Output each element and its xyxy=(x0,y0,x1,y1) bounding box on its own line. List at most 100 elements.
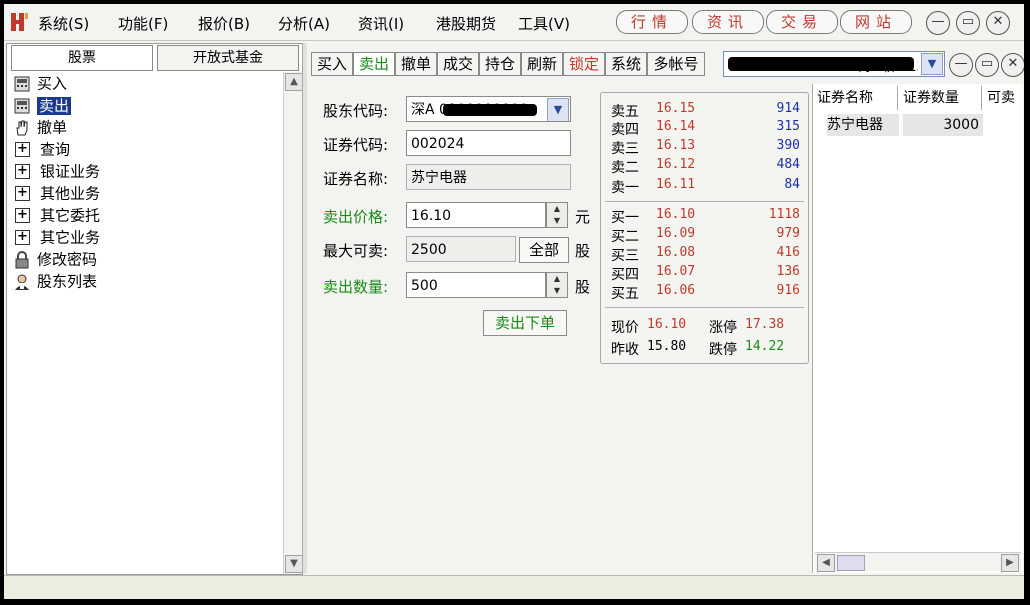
status-bar xyxy=(4,575,1024,599)
limit-up-label: 涨停 xyxy=(709,320,737,336)
holdings-horizontal-scrollbar[interactable]: ◀ ▶ xyxy=(815,552,1021,572)
tree-item-shareholder-list[interactable]: 股东列表 xyxy=(13,270,97,292)
tree-item-label: 其它委托 xyxy=(40,206,101,225)
book-divider xyxy=(605,307,804,308)
quantity-stepper[interactable]: ▲ ▼ xyxy=(546,272,568,298)
sell-price-input[interactable]: 16.10 xyxy=(406,202,546,228)
tree-item-buy[interactable]: 买入 xyxy=(13,72,67,94)
toolbar-lock-button[interactable]: 锁定 xyxy=(563,52,605,76)
scroll-right-icon[interactable]: ▶ xyxy=(1001,554,1019,572)
plus-icon[interactable]: + xyxy=(15,230,30,245)
book-divider xyxy=(605,201,804,202)
bid-row: 买四 16.07 136 xyxy=(611,264,800,283)
ask-row: 卖四 16.14 315 xyxy=(611,119,800,138)
toolbar-deals-button[interactable]: 成交 xyxy=(437,52,479,76)
toolbar-buy-button[interactable]: 买入 xyxy=(311,52,353,76)
column-header[interactable]: 证券数量 xyxy=(903,86,982,110)
sell-quantity-input[interactable]: 500 xyxy=(406,272,546,298)
left-vertical-scrollbar[interactable]: ▲ ▼ xyxy=(283,72,303,574)
tree-item-cancel[interactable]: 撤单 xyxy=(13,116,67,138)
shareholder-select[interactable]: 深A 0100000000 ▼ xyxy=(406,96,571,122)
tree-item-query[interactable]: + 查询 xyxy=(13,138,70,160)
menu-hk-futures[interactable]: 港股期货 xyxy=(436,13,496,34)
holding-name-cell[interactable]: 苏宁电器 xyxy=(827,114,899,136)
tree-item-label: 买入 xyxy=(37,74,68,93)
bid-row: 买二 16.09 979 xyxy=(611,226,800,245)
menu-bar: 系统(S) 功能(F) 报价(B) 分析(A) 资讯(I) 港股期货 工具(V)… xyxy=(4,4,1024,41)
panel-close-icon[interactable]: ✕ xyxy=(1001,53,1024,77)
website-button[interactable]: 网站 xyxy=(840,10,912,34)
panel-restore-icon[interactable]: ▭ xyxy=(975,53,999,77)
column-header[interactable]: 证券名称 xyxy=(817,86,898,110)
scroll-thumb[interactable] xyxy=(837,555,865,571)
panel-splitter[interactable] xyxy=(302,43,307,573)
toolbar-system-button[interactable]: 系统 xyxy=(605,52,647,76)
trading-window: 系统(S) 功能(F) 报价(B) 分析(A) 资讯(I) 港股期货 工具(V)… xyxy=(4,4,1024,599)
panel-minimize-icon[interactable]: — xyxy=(949,53,973,77)
toolbar-sell-button[interactable]: 卖出 xyxy=(353,52,395,76)
security-code-input[interactable]: 002024 xyxy=(406,130,571,156)
menu-analysis[interactable]: 分析(A) xyxy=(278,13,330,34)
toolbar-cancel-button[interactable]: 撤单 xyxy=(395,52,437,76)
prev-close-value: 15.80 xyxy=(647,339,687,354)
tree-item-label: 银证业务 xyxy=(40,162,101,181)
user-icon xyxy=(15,274,29,290)
toolbar-multi-account-button[interactable]: 多帐号 xyxy=(647,52,705,76)
info-button[interactable]: 资讯 xyxy=(692,10,764,34)
stepper-up-icon[interactable]: ▲ xyxy=(547,273,567,285)
menu-tools[interactable]: 工具(V) xyxy=(518,13,570,34)
sell-calculator-icon xyxy=(14,98,30,113)
market-button[interactable]: 行情 xyxy=(616,10,688,34)
ask-row: 卖一 16.11 84 xyxy=(611,177,800,196)
menu-function[interactable]: 功能(F) xyxy=(118,13,168,34)
menu-system[interactable]: 系统(S) xyxy=(38,13,89,34)
scroll-left-icon[interactable]: ◀ xyxy=(817,554,835,572)
stepper-down-icon[interactable]: ▼ xyxy=(547,285,567,297)
tree-item-label: 其他业务 xyxy=(40,184,101,203)
current-price-label: 现价 xyxy=(611,320,639,336)
redacted-shareholder xyxy=(443,104,537,116)
scroll-up-icon[interactable]: ▲ xyxy=(285,73,303,91)
tree-item-sell[interactable]: 卖出 xyxy=(13,94,72,116)
plus-icon[interactable]: + xyxy=(15,186,30,201)
sell-all-button[interactable]: 全部 xyxy=(519,237,569,263)
close-icon[interactable]: ✕ xyxy=(986,11,1010,35)
restore-icon[interactable]: ▭ xyxy=(956,11,980,35)
menu-quote[interactable]: 报价(B) xyxy=(198,13,250,34)
submit-sell-button[interactable]: 卖出下单 xyxy=(483,310,567,336)
sell-form: 股东代码: 深A 0100000000 ▼ 证券代码: 002024 证券名称:… xyxy=(311,92,601,352)
minimize-icon[interactable]: — xyxy=(926,11,950,35)
tree-item-bank-securities[interactable]: + 银证业务 xyxy=(13,160,100,182)
order-book: 卖五 16.15 914 卖四 16.14 315 卖三 16.13 390 卖二 16.12… xyxy=(600,92,809,364)
bid-row: 买五 16.06 916 xyxy=(611,283,800,302)
plus-icon[interactable]: + xyxy=(15,142,30,157)
ask-row: 卖五 16.15 914 xyxy=(611,101,800,120)
holding-qty-cell[interactable]: 3000 xyxy=(903,114,983,136)
trade-button[interactable]: 交易 xyxy=(766,10,838,34)
tree-item-other-orders[interactable]: + 其它委托 xyxy=(13,204,100,226)
code-label: 证券代码: xyxy=(323,136,389,154)
chevron-down-icon[interactable]: ▼ xyxy=(921,53,943,75)
column-header[interactable]: 可卖 xyxy=(987,86,1021,110)
max-sellable-label: 最大可卖: xyxy=(323,242,389,260)
toolbar-positions-button[interactable]: 持仓 xyxy=(479,52,521,76)
plus-icon[interactable]: + xyxy=(15,208,30,223)
tab-open-fund[interactable]: 开放式基金 xyxy=(157,45,299,71)
stepper-down-icon[interactable]: ▼ xyxy=(547,215,567,227)
toolbar-refresh-button[interactable]: 刷新 xyxy=(521,52,563,76)
app-logo-icon xyxy=(11,13,28,31)
tree-item-other-services[interactable]: + 其它业务 xyxy=(13,226,100,248)
tree-item-change-password[interactable]: 修改密码 xyxy=(13,248,97,270)
price-summary-row: 昨收 15.80 跌停 14.22 xyxy=(601,339,808,358)
account-select[interactable]: 0100000000000 — 代三桥 013 ▼ xyxy=(723,51,945,77)
quantity-unit: 股 xyxy=(575,278,591,296)
stepper-up-icon[interactable]: ▲ xyxy=(547,203,567,215)
price-stepper[interactable]: ▲ ▼ xyxy=(546,202,568,228)
menu-news[interactable]: 资讯(I) xyxy=(358,13,404,34)
tree-item-other-business[interactable]: + 其他业务 xyxy=(13,182,100,204)
security-name-field: 苏宁电器 xyxy=(406,164,571,190)
scroll-down-icon[interactable]: ▼ xyxy=(285,555,303,573)
shareholder-chevron-down-icon[interactable]: ▼ xyxy=(547,98,569,121)
tab-stock[interactable]: 股票 xyxy=(11,45,153,71)
plus-icon[interactable]: + xyxy=(15,164,30,179)
